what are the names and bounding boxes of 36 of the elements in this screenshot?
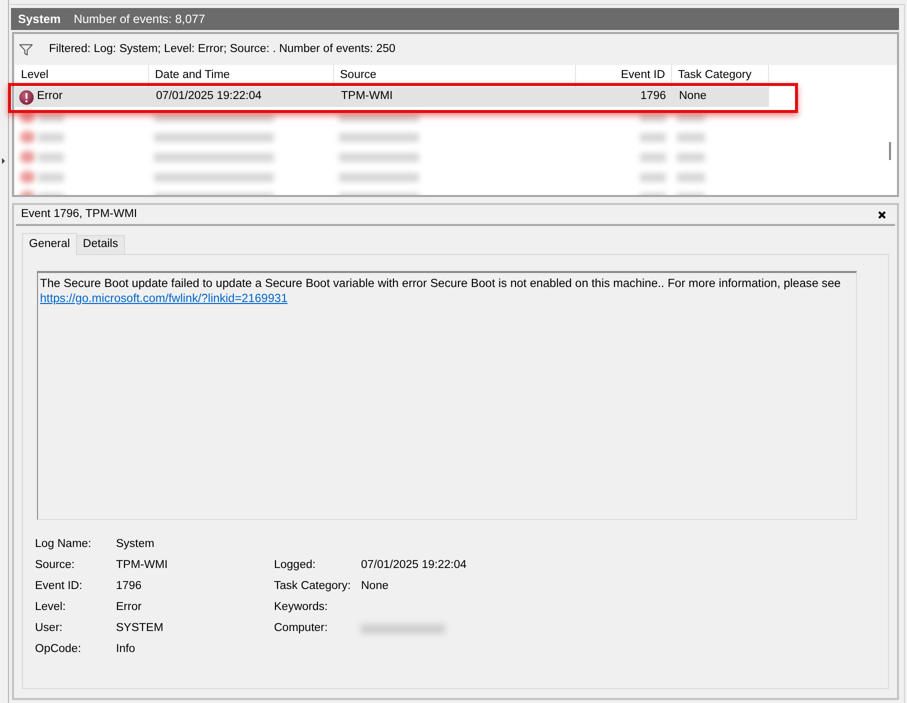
property-value: 07/01/2025 19:22:04 [361, 558, 467, 573]
table-cell-text: None [679, 89, 706, 104]
info-link[interactable]: https://go.microsoft.com/fwlink/?linkid=2169931 [40, 291, 288, 306]
property-label: Event ID: [35, 578, 82, 594]
event-row[interactable]: Error 07/01/2025 19:22:04 TPM-WMI 1796 None [15, 87, 769, 107]
property-label: Source: [35, 558, 75, 573]
property-value: SYSTEM [116, 620, 164, 636]
property-value: Info [116, 642, 136, 657]
filter-summary: Filtered: Log: System; Level: Error; Source: . Number of events: 250 [49, 42, 396, 57]
property-label: OpCode: [35, 642, 82, 657]
property-label: Level: [35, 600, 66, 615]
table-cell-text: TPM-WMI [341, 89, 393, 104]
property-value: 1796 [116, 578, 142, 594]
property-value: System [116, 536, 154, 552]
property-label: User: [35, 620, 62, 636]
tab[interactable]: Details [76, 235, 126, 255]
tab[interactable]: General [22, 233, 77, 255]
table-cell-text: 07/01/2025 19:22:04 [156, 89, 262, 104]
close-icon [878, 210, 886, 218]
property-label: Logged: [274, 558, 316, 573]
property-value: TPM-WMI [116, 558, 168, 573]
property-label: Keywords: [274, 600, 328, 615]
event-count: Number of events: 8,077 [74, 11, 206, 28]
event-details-title: Event 1796, TPM-WMI [21, 206, 138, 222]
table-cell-text: Error [37, 89, 63, 104]
property-label: Task Category: [274, 578, 351, 594]
error-icon [19, 90, 34, 104]
property-label: Computer: [274, 620, 328, 636]
table-cell-text: 1796 [640, 89, 666, 104]
log-title: System [18, 11, 61, 28]
expand-arrow-icon[interactable] [2, 158, 5, 164]
property-label: Log Name: [35, 536, 92, 552]
filter-icon [19, 44, 33, 56]
description-text: The Secure Boot update failed to update a Secure Boot variable with error Secure Boot is not enabled on this machine.. For more information, please see [40, 276, 842, 291]
property-value: None [361, 578, 388, 594]
property-value: Error [116, 600, 142, 615]
